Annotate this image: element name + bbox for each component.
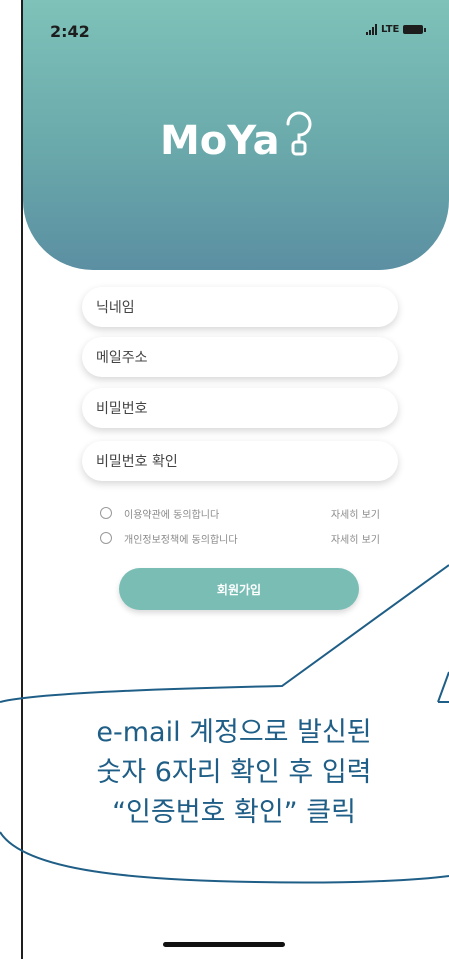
callout-text: e-mail 계정으로 발신된 숫자 6자리 확인 후 입력 “인증번호 확인”… [0,713,449,833]
callout-line-2: 숫자 6자리 확인 후 입력 [96,757,372,788]
callout-line-1: e-mail 계정으로 발신된 [96,717,372,748]
callout-line-3: “인증번호 확인” 클릭 [112,797,356,828]
home-indicator[interactable] [163,942,285,947]
